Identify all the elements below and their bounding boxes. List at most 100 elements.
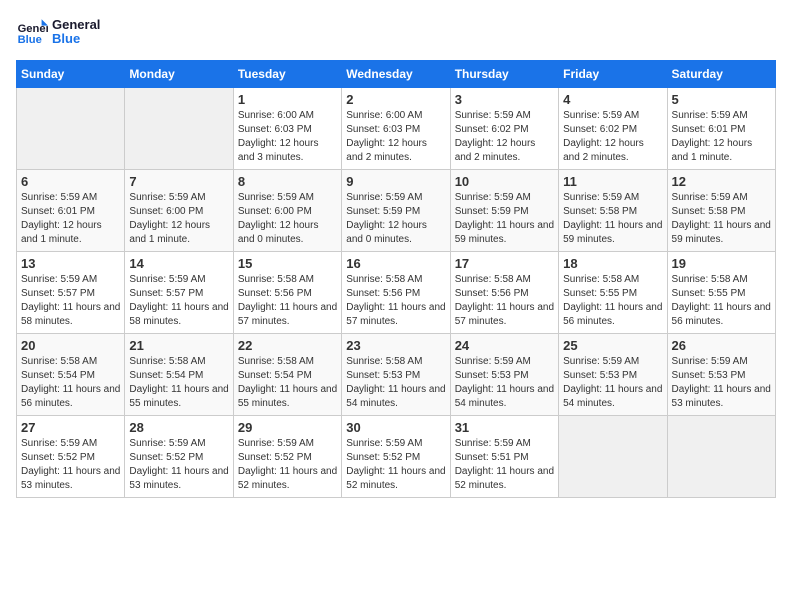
calendar-cell: 10 Sunrise: 5:59 AM Sunset: 5:59 PM Dayli… — [450, 170, 558, 252]
day-number: 14 — [129, 256, 228, 271]
calendar-cell: 6 Sunrise: 5:59 AM Sunset: 6:01 PM Daylig… — [17, 170, 125, 252]
day-number: 12 — [672, 174, 771, 189]
day-of-week-header: Thursday — [450, 61, 558, 88]
calendar-cell: 25 Sunrise: 5:59 AM Sunset: 5:53 PM Dayli… — [559, 334, 667, 416]
calendar-cell: 7Sunrise: 5:59 AM Sunset: 6:00 PM Daylig… — [125, 170, 233, 252]
day-number: 23 — [346, 338, 445, 353]
day-info: Sunrise: 5:59 AM Sunset: 6:01 PM Dayligh… — [672, 109, 771, 165]
calendar-cell: 13 Sunrise: 5:59 AM Sunset: 5:57 PM Dayli… — [17, 252, 125, 334]
calendar-cell: 8 Sunrise: 5:59 AM Sunset: 6:00 PM Daylig… — [233, 170, 341, 252]
day-info: Sunrise: 5:59 AM Sunset: 5:58 PM Dayligh… — [563, 191, 662, 247]
day-of-week-header: Saturday — [667, 61, 775, 88]
day-info: Sunrise: 6:00 AM Sunset: 6:03 PM Dayligh… — [238, 109, 337, 165]
day-info: Sunrise: 5:59 AM Sunset: 5:59 PM Dayligh… — [346, 191, 445, 247]
logo-icon: General Blue — [16, 16, 48, 48]
day-number: 31 — [455, 420, 554, 435]
calendar-cell: 31 Sunrise: 5:59 AM Sunset: 5:51 PM Dayli… — [450, 416, 558, 498]
day-info: Sunrise: 5:58 AM Sunset: 5:55 PM Dayligh… — [563, 273, 662, 329]
calendar-cell: 12 Sunrise: 5:59 AM Sunset: 5:58 PM Dayli… — [667, 170, 775, 252]
day-number: 13 — [21, 256, 120, 271]
calendar-cell: 16 Sunrise: 5:58 AM Sunset: 5:56 PM Dayli… — [342, 252, 450, 334]
day-number: 10 — [455, 174, 554, 189]
day-info: Sunrise: 5:59 AM Sunset: 6:00 PM Dayligh… — [129, 191, 228, 247]
day-number: 4 — [563, 92, 662, 107]
day-of-week-header: Monday — [125, 61, 233, 88]
day-info: Sunrise: 5:59 AM Sunset: 5:52 PM Dayligh… — [238, 437, 337, 493]
calendar-cell: 30Sunrise: 5:59 AM Sunset: 5:52 PM Dayli… — [342, 416, 450, 498]
day-info: Sunrise: 5:59 AM Sunset: 5:57 PM Dayligh… — [129, 273, 228, 329]
calendar-cell: 4 Sunrise: 5:59 AM Sunset: 6:02 PM Daylig… — [559, 88, 667, 170]
day-info: Sunrise: 5:58 AM Sunset: 5:56 PM Dayligh… — [455, 273, 554, 329]
calendar-cell — [559, 416, 667, 498]
calendar-cell: 15 Sunrise: 5:58 AM Sunset: 5:56 PM Dayli… — [233, 252, 341, 334]
day-number: 15 — [238, 256, 337, 271]
calendar-cell: 26Sunrise: 5:59 AM Sunset: 5:53 PM Dayli… — [667, 334, 775, 416]
day-info: Sunrise: 5:59 AM Sunset: 5:53 PM Dayligh… — [455, 355, 554, 411]
calendar-cell — [17, 88, 125, 170]
day-info: Sunrise: 5:59 AM Sunset: 5:51 PM Dayligh… — [455, 437, 554, 493]
calendar-cell: 27Sunrise: 5:59 AM Sunset: 5:52 PM Dayli… — [17, 416, 125, 498]
day-number: 11 — [563, 174, 662, 189]
day-number: 24 — [455, 338, 554, 353]
calendar-cell: 17 Sunrise: 5:58 AM Sunset: 5:56 PM Dayli… — [450, 252, 558, 334]
day-info: Sunrise: 5:58 AM Sunset: 5:55 PM Dayligh… — [672, 273, 771, 329]
day-info: Sunrise: 5:58 AM Sunset: 5:54 PM Dayligh… — [129, 355, 228, 411]
day-number: 30 — [346, 420, 445, 435]
calendar-cell: 23 Sunrise: 5:58 AM Sunset: 5:53 PM Dayli… — [342, 334, 450, 416]
day-info: Sunrise: 5:58 AM Sunset: 5:56 PM Dayligh… — [238, 273, 337, 329]
calendar-cell: 20 Sunrise: 5:58 AM Sunset: 5:54 PM Dayli… — [17, 334, 125, 416]
day-number: 3 — [455, 92, 554, 107]
calendar-cell: 5 Sunrise: 5:59 AM Sunset: 6:01 PM Daylig… — [667, 88, 775, 170]
day-info: Sunrise: 5:59 AM Sunset: 5:52 PM Dayligh… — [129, 437, 228, 493]
day-info: Sunrise: 5:58 AM Sunset: 5:53 PM Dayligh… — [346, 355, 445, 411]
day-number: 21 — [129, 338, 228, 353]
day-info: Sunrise: 5:58 AM Sunset: 5:54 PM Dayligh… — [238, 355, 337, 411]
day-info: Sunrise: 5:58 AM Sunset: 5:56 PM Dayligh… — [346, 273, 445, 329]
day-info: Sunrise: 5:59 AM Sunset: 6:01 PM Dayligh… — [21, 191, 120, 247]
day-number: 19 — [672, 256, 771, 271]
calendar-cell: 9 Sunrise: 5:59 AM Sunset: 5:59 PM Daylig… — [342, 170, 450, 252]
calendar-cell: 29 Sunrise: 5:59 AM Sunset: 5:52 PM Dayli… — [233, 416, 341, 498]
day-number: 16 — [346, 256, 445, 271]
day-info: Sunrise: 5:58 AM Sunset: 5:54 PM Dayligh… — [21, 355, 120, 411]
calendar-cell: 14 Sunrise: 5:59 AM Sunset: 5:57 PM Dayli… — [125, 252, 233, 334]
day-info: Sunrise: 5:59 AM Sunset: 6:02 PM Dayligh… — [563, 109, 662, 165]
day-number: 25 — [563, 338, 662, 353]
calendar-cell: 24 Sunrise: 5:59 AM Sunset: 5:53 PM Dayli… — [450, 334, 558, 416]
day-number: 20 — [21, 338, 120, 353]
day-of-week-header: Friday — [559, 61, 667, 88]
day-number: 5 — [672, 92, 771, 107]
day-info: Sunrise: 5:59 AM Sunset: 5:58 PM Dayligh… — [672, 191, 771, 247]
day-info: Sunrise: 5:59 AM Sunset: 5:59 PM Dayligh… — [455, 191, 554, 247]
day-number: 22 — [238, 338, 337, 353]
day-number: 2 — [346, 92, 445, 107]
day-number: 9 — [346, 174, 445, 189]
calendar-cell: 21 Sunrise: 5:58 AM Sunset: 5:54 PM Dayli… — [125, 334, 233, 416]
day-number: 18 — [563, 256, 662, 271]
day-number: 17 — [455, 256, 554, 271]
day-number: 26 — [672, 338, 771, 353]
day-info: Sunrise: 6:00 AM Sunset: 6:03 PM Dayligh… — [346, 109, 445, 165]
logo: General Blue General Blue — [16, 16, 100, 48]
day-number: 28 — [129, 420, 228, 435]
day-info: Sunrise: 5:59 AM Sunset: 5:57 PM Dayligh… — [21, 273, 120, 329]
page-header: General Blue General Blue — [16, 16, 776, 48]
day-info: Sunrise: 5:59 AM Sunset: 5:52 PM Dayligh… — [21, 437, 120, 493]
calendar-cell — [125, 88, 233, 170]
day-info: Sunrise: 5:59 AM Sunset: 6:00 PM Dayligh… — [238, 191, 337, 247]
day-info: Sunrise: 5:59 AM Sunset: 5:53 PM Dayligh… — [563, 355, 662, 411]
calendar-cell: 22 Sunrise: 5:58 AM Sunset: 5:54 PM Dayli… — [233, 334, 341, 416]
calendar-table: SundayMondayTuesdayWednesdayThursdayFrid… — [16, 60, 776, 498]
calendar-cell: 19 Sunrise: 5:58 AM Sunset: 5:55 PM Dayli… — [667, 252, 775, 334]
calendar-cell: 11 Sunrise: 5:59 AM Sunset: 5:58 PM Dayli… — [559, 170, 667, 252]
calendar-cell: 28 Sunrise: 5:59 AM Sunset: 5:52 PM Dayli… — [125, 416, 233, 498]
day-of-week-header: Tuesday — [233, 61, 341, 88]
day-number: 8 — [238, 174, 337, 189]
day-of-week-header: Sunday — [17, 61, 125, 88]
day-number: 6 — [21, 174, 120, 189]
day-number: 29 — [238, 420, 337, 435]
day-of-week-header: Wednesday — [342, 61, 450, 88]
calendar-cell: 18 Sunrise: 5:58 AM Sunset: 5:55 PM Dayli… — [559, 252, 667, 334]
calendar-cell: 1Sunrise: 6:00 AM Sunset: 6:03 PM Daylig… — [233, 88, 341, 170]
day-info: Sunrise: 5:59 AM Sunset: 6:02 PM Dayligh… — [455, 109, 554, 165]
